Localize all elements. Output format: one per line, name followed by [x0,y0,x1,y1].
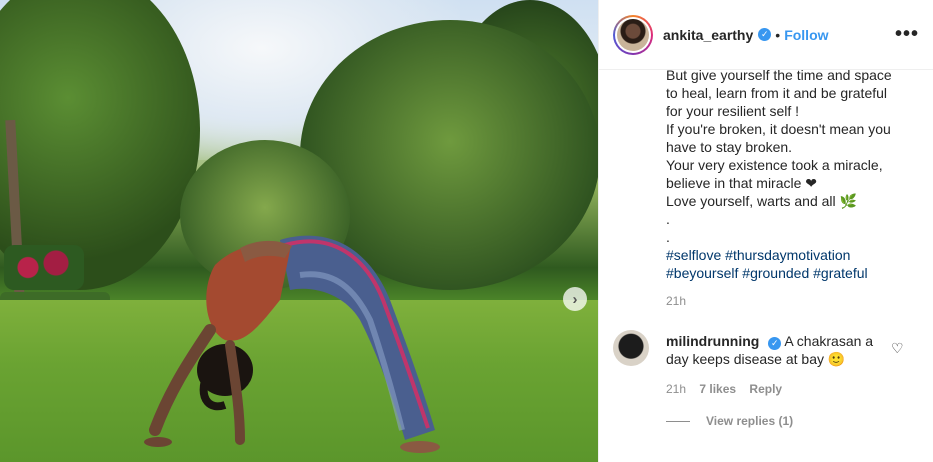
reply-button[interactable]: Reply [749,382,782,396]
divider-line [666,420,690,422]
caption-line: believe in that miracle ❤ [666,175,818,191]
verified-badge-icon: ✓ [758,28,772,41]
heart-icon[interactable]: ♡ [891,340,904,357]
author-avatar-image [617,18,649,51]
caption-line: have to stay broken. [666,139,793,155]
caption-timestamp[interactable]: 21h [666,294,686,308]
hashtag-link[interactable]: #selflove [666,247,721,263]
hashtag-link[interactable]: #thursdaymotivation [725,247,850,263]
follow-button[interactable]: Follow [784,27,828,43]
photo-person-backbend [144,235,440,453]
author-avatar[interactable] [613,14,653,55]
carousel-next-button[interactable]: › [563,287,587,311]
caption-line: But give yourself the time and space [666,67,892,83]
caption-line: Love yourself, warts and all 🌿 [666,193,857,209]
caption-line: Your very existence took a miracle, [666,157,883,173]
comment-meta: 21h 7 likes Reply [666,382,792,396]
hashtag-link[interactable]: #grateful [813,265,867,281]
caption-line: . [666,229,670,245]
caption-line: If you're broken, it doesn't mean you [666,121,891,137]
author-username[interactable]: ankita_earthy [663,27,753,43]
post-side-panel: ankita_earthy ✓ • Follow ••• But give yo… [598,0,933,462]
view-replies-label: View replies (1) [706,414,794,428]
commenter-avatar[interactable] [613,330,649,366]
caption-line: . [666,211,670,227]
post-caption: But give yourself the time and space to … [666,66,916,282]
hashtags-line: #selflove #thursdaymotivation [666,246,916,264]
comment-body: milindrunning ✓ A chakrasan a day keeps … [666,332,888,368]
commenter-username[interactable]: milindrunning [666,333,759,349]
chevron-right-icon: › [572,290,578,308]
hashtag-link[interactable]: #beyourself [666,265,738,281]
caption-line: to heal, learn from it and be grateful [666,85,888,101]
comment-likes[interactable]: 7 likes [699,382,736,396]
post-photo[interactable]: › [0,0,598,462]
hashtags-line: #beyourself #grounded #grateful [666,264,916,282]
caption-line: for your resilient self ! [666,103,800,119]
comment-timestamp[interactable]: 21h [666,382,686,396]
post-header: ankita_earthy ✓ • Follow ••• [599,0,933,70]
separator-dot: • [775,26,781,43]
view-replies-button[interactable]: View replies (1) [666,414,793,428]
more-options-icon[interactable]: ••• [895,23,919,46]
hashtag-link[interactable]: #grounded [742,265,809,281]
verified-badge-icon: ✓ [768,336,782,350]
